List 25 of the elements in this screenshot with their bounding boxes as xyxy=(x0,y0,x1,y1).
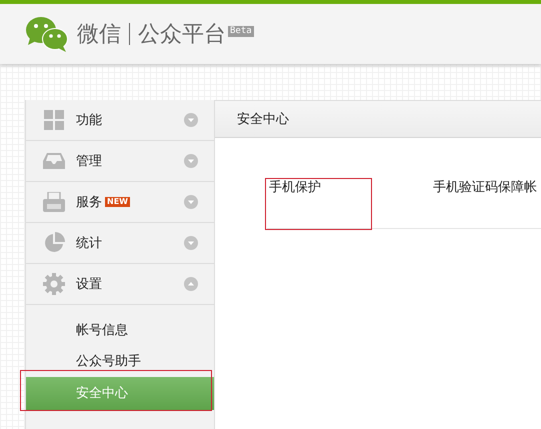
grid-icon xyxy=(44,110,64,130)
collapse-icon xyxy=(184,277,198,291)
beta-badge: Beta xyxy=(228,26,254,37)
expand-icon xyxy=(184,113,198,127)
chat-bubbles-icon xyxy=(25,15,69,53)
menu-item[interactable]: 设置 xyxy=(26,264,214,305)
brand-name: 微信 xyxy=(77,21,121,49)
expand-icon xyxy=(184,236,198,250)
submenu-item[interactable]: 帐号信息 xyxy=(26,315,214,346)
menu-item[interactable]: 管理 xyxy=(26,141,214,182)
setting-description: 手机验证码保障帐 xyxy=(433,179,538,196)
panel-title: 安全中心 xyxy=(237,111,289,128)
expand-icon xyxy=(184,154,198,168)
pie-chart-icon xyxy=(43,232,65,254)
printer-icon xyxy=(43,192,65,212)
menu-item[interactable]: 服务 NEW xyxy=(26,182,214,223)
product-name: 公众平台 xyxy=(138,21,226,49)
menu-item[interactable]: 统计 xyxy=(26,223,214,264)
setting-label: 手机保护 xyxy=(269,179,321,196)
submenu-item[interactable]: 公众号助手 xyxy=(26,346,214,377)
settings-icon xyxy=(43,273,65,295)
tray-icon xyxy=(43,152,65,170)
expand-icon xyxy=(184,195,198,209)
new-badge: NEW xyxy=(105,197,130,207)
menu-item[interactable]: 功能 xyxy=(26,100,214,141)
